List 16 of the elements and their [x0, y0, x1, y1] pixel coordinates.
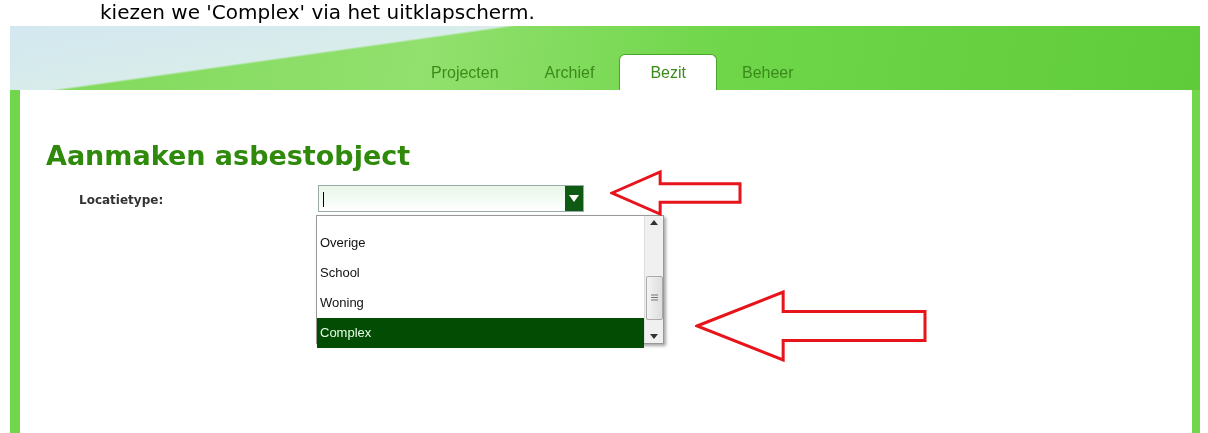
page-title: Aanmaken asbestobject — [46, 140, 412, 171]
dropdown-option[interactable]: Woning — [317, 288, 644, 318]
scroll-up-icon[interactable] — [650, 220, 658, 225]
dropdown-option[interactable]: Overige — [317, 228, 644, 258]
dropdown-option[interactable]: Complex — [317, 318, 644, 348]
combo-field[interactable] — [318, 185, 584, 212]
caption-text: kiezen we 'Complex' via het uitklapscherm. — [99, 0, 536, 24]
scroll-down-icon[interactable] — [650, 334, 658, 339]
scroll-thumb[interactable] — [645, 275, 663, 320]
caret-icon — [569, 195, 579, 202]
text-cursor — [323, 192, 324, 207]
field-label: Locatietype: — [78, 192, 165, 207]
scrollbar[interactable] — [644, 216, 663, 343]
nav-tab[interactable]: Bezit — [619, 54, 717, 90]
dropdown-button[interactable] — [565, 186, 583, 211]
dropdown-option[interactable]: School — [317, 258, 644, 288]
